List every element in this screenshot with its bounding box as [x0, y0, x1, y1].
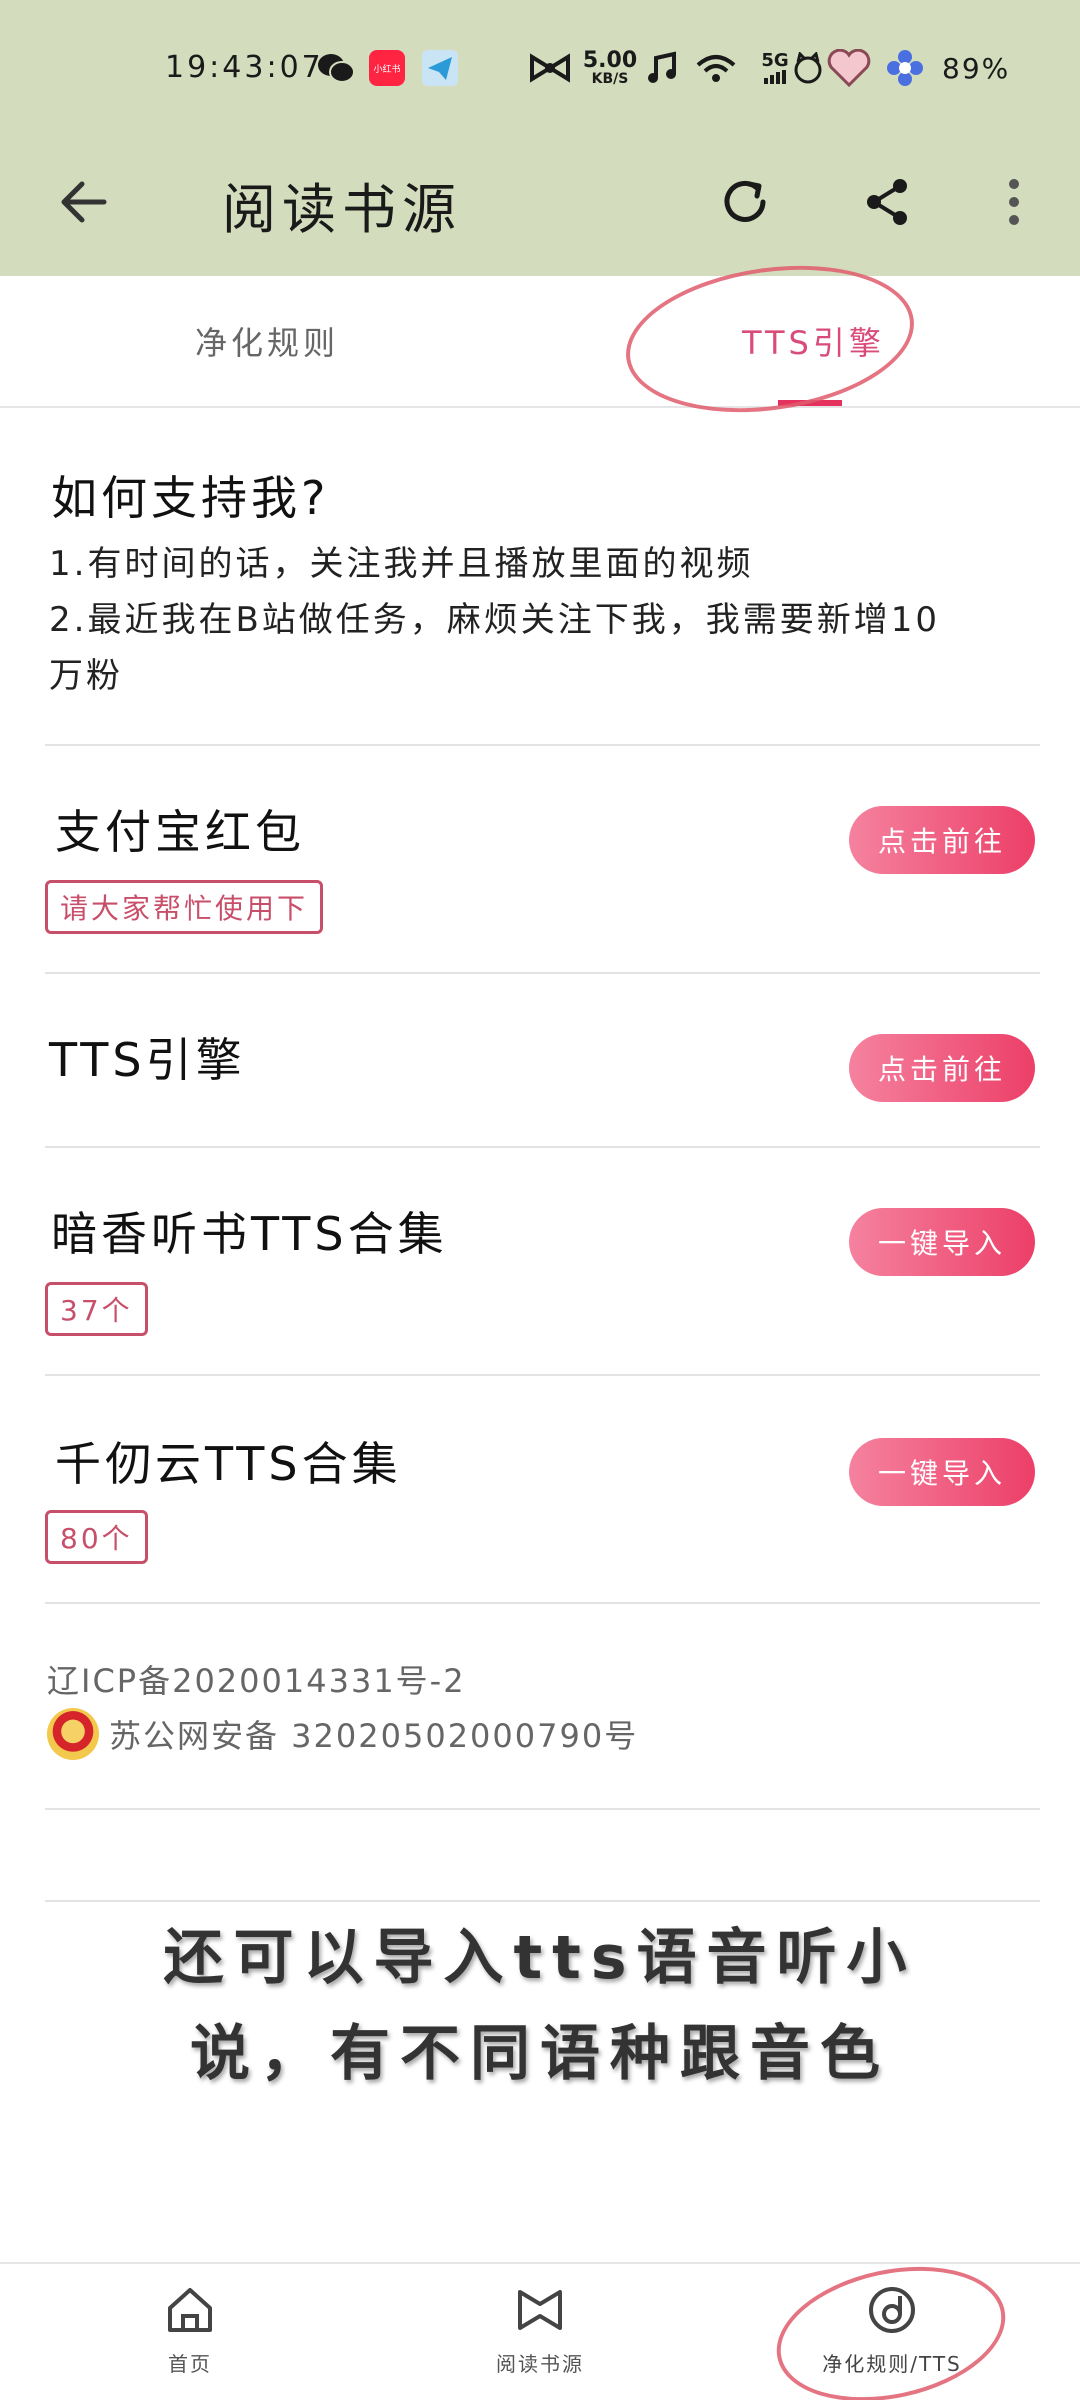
- net-speed-unit: KB/S: [591, 71, 629, 87]
- xiaohongshu-icon: 小红书: [368, 48, 406, 88]
- ribbon-icon: [525, 48, 575, 88]
- signal-5g-icon: 5G: [758, 48, 792, 88]
- book-source-icon: [512, 2282, 568, 2338]
- refresh-icon: [724, 180, 766, 222]
- item-title: 暗香听书TTS合集: [51, 1207, 448, 1261]
- police-badge-icon: [47, 1708, 99, 1760]
- go-button[interactable]: 点击前往: [849, 806, 1035, 874]
- nav-label-book-source: 阅读书源: [496, 2352, 584, 2376]
- import-button[interactable]: 一键导入: [849, 1208, 1035, 1276]
- telegram-icon: [420, 48, 460, 88]
- list-item-tts-engine: TTS引擎 点击前往: [45, 974, 1040, 1148]
- support-line-2: 2.最近我在B站做任务，麻烦关注下我，我需要新增10: [49, 600, 941, 640]
- overlay-caption: 还可以导入tts语音听小 说，有不同语种跟音色: [0, 1910, 1080, 2102]
- net-speed: 5.00 KB/S: [580, 48, 640, 88]
- share-button[interactable]: [848, 162, 928, 242]
- home-icon: [162, 2282, 218, 2338]
- wechat-icon: [316, 48, 356, 88]
- nav-item-home[interactable]: 首页: [60, 2282, 320, 2377]
- import-button[interactable]: 一键导入: [849, 1438, 1035, 1506]
- item-tag: 80个: [45, 1510, 148, 1564]
- footer-section: 辽ICP备2020014331号-2 苏公网安备 32020502000790号: [45, 1604, 1040, 1810]
- item-title: TTS引擎: [49, 1033, 246, 1087]
- nav-label-home: 首页: [168, 2352, 212, 2376]
- caption-line-1: 还可以导入tts语音听小: [163, 1923, 917, 1993]
- more-menu-button[interactable]: [974, 162, 1054, 242]
- police-record-text: 苏公网安备 32020502000790号: [109, 1717, 639, 1755]
- nav-item-book-source[interactable]: 阅读书源: [410, 2282, 670, 2377]
- net-speed-value: 5.00: [582, 48, 638, 73]
- arrow-left-icon: [61, 181, 107, 223]
- xiaohongshu-label: 小红书: [369, 50, 405, 86]
- wifi-icon: [692, 48, 740, 88]
- app-bar: 阅读书源: [0, 130, 1080, 276]
- support-section: 如何支持我? 1.有时间的话，关注我并且播放里面的视频 2.最近我在B站做任务，…: [45, 410, 1040, 746]
- list-item-qianren-tts: 千仞云TTS合集 80个 一键导入: [45, 1376, 1040, 1604]
- refresh-button[interactable]: [705, 162, 785, 242]
- item-tag: 37个: [45, 1282, 148, 1336]
- share-icon: [867, 179, 907, 225]
- police-record[interactable]: 苏公网安备 32020502000790号: [47, 1708, 638, 1760]
- list-item-alipay: 支付宝红包 请大家帮忙使用下 点击前往: [45, 746, 1040, 974]
- more-vert-icon: [1009, 179, 1019, 225]
- network-type: 5G: [761, 50, 789, 71]
- icp-link[interactable]: 辽ICP备2020014331号-2: [47, 1656, 466, 1702]
- support-title: 如何支持我?: [51, 471, 330, 525]
- flower-icon: [884, 48, 926, 88]
- support-text: 1.有时间的话，关注我并且播放里面的视频 2.最近我在B站做任务，麻烦关注下我，…: [49, 536, 940, 704]
- music-icon: [640, 48, 684, 88]
- tab-bar: 净化规则 TTS引擎: [0, 276, 1080, 408]
- battery-level: 89%: [942, 52, 1011, 85]
- support-line-1: 1.有时间的话，关注我并且播放里面的视频: [49, 544, 754, 584]
- heart-icon: [826, 48, 872, 88]
- status-time: 19:43:07: [165, 50, 324, 85]
- page-title: 阅读书源: [222, 178, 462, 241]
- divider: [45, 1900, 1040, 1902]
- list-item-anxiang-tts: 暗香听书TTS合集 37个 一键导入: [45, 1148, 1040, 1376]
- item-tag: 请大家帮忙使用下: [45, 880, 324, 934]
- item-title: 千仞云TTS合集: [55, 1437, 402, 1491]
- caption-line-2: 说，有不同语种跟音色: [190, 2019, 890, 2089]
- status-bar: 19:43:07 小红书 5.00 KB/S 5G 89%: [0, 0, 1080, 130]
- back-button[interactable]: [44, 162, 124, 242]
- support-line-3: 万粉: [49, 656, 123, 696]
- go-button[interactable]: 点击前往: [849, 1034, 1035, 1102]
- tab-purify-rules[interactable]: 净化规则: [195, 318, 339, 364]
- cat-icon: [790, 48, 826, 88]
- item-title: 支付宝红包: [55, 805, 305, 859]
